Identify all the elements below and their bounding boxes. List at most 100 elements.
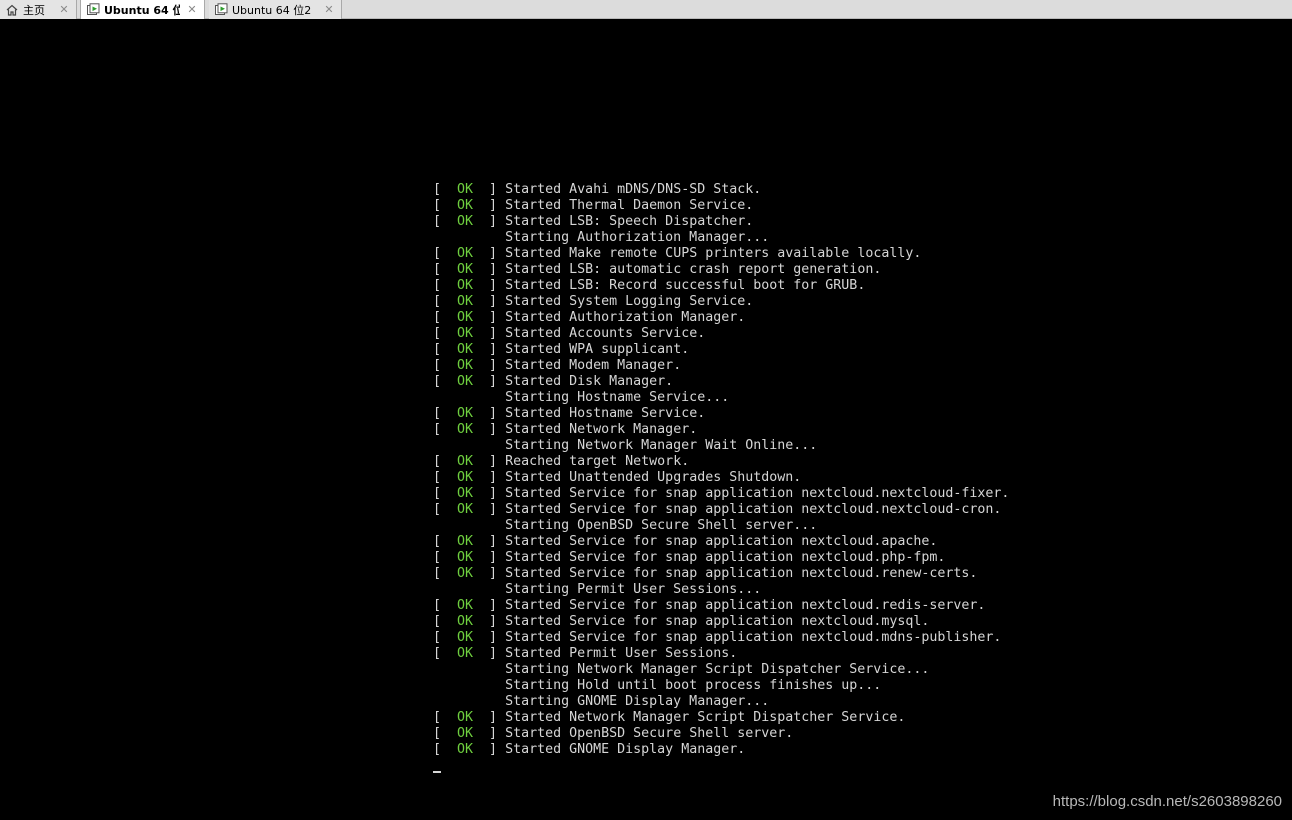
log-message: Started LSB: automatic crash report gene…: [505, 262, 882, 277]
ok-status: OK: [457, 246, 474, 261]
boot-log-line: [ OK ] Reached target Network.: [433, 454, 1009, 470]
status-prefix: [ OK ]: [433, 406, 506, 421]
status-prefix: [ OK ]: [433, 486, 506, 501]
boot-log-line: Starting Network Manager Script Dispatch…: [433, 662, 1009, 678]
close-icon[interactable]: ✕: [58, 3, 70, 16]
log-message: Starting Hostname Service...: [505, 390, 730, 405]
log-message: Started Service for snap application nex…: [505, 550, 946, 565]
boot-log-line: [ OK ] Started Service for snap applicat…: [433, 534, 1009, 550]
status-prefix: [ OK ]: [433, 262, 506, 277]
log-message: Starting Network Manager Script Dispatch…: [505, 662, 930, 677]
boot-log-line: [ OK ] Started Permit User Sessions.: [433, 646, 1009, 662]
ok-status: OK: [457, 630, 474, 645]
tab-ubuntu-64-2[interactable]: Ubuntu 64 位2 ✕: [209, 0, 342, 19]
log-message: Starting Network Manager Wait Online...: [505, 438, 818, 453]
boot-log-line: Starting GNOME Display Manager...: [433, 694, 1009, 710]
close-icon[interactable]: ✕: [323, 3, 335, 16]
boot-log-line: [ OK ] Started Disk Manager.: [433, 374, 1009, 390]
boot-log-line: [ OK ] Started Service for snap applicat…: [433, 486, 1009, 502]
log-message: Started Accounts Service.: [505, 326, 706, 341]
boot-log-line: [ OK ] Started WPA supplicant.: [433, 342, 1009, 358]
status-prefix: [433, 694, 505, 709]
tab-label: Ubuntu 64 位: [104, 3, 180, 17]
log-message: Started Unattended Upgrades Shutdown.: [505, 470, 802, 485]
status-prefix: [ OK ]: [433, 550, 506, 565]
log-message: Started WPA supplicant.: [505, 342, 690, 357]
boot-log-line: [ OK ] Started Network Manager.: [433, 422, 1009, 438]
log-message: Started Avahi mDNS/DNS-SD Stack.: [505, 182, 762, 197]
ok-status: OK: [457, 310, 474, 325]
status-prefix: [ OK ]: [433, 614, 506, 629]
log-message: Started Service for snap application nex…: [505, 534, 938, 549]
ok-status: OK: [457, 614, 474, 629]
status-prefix: [ OK ]: [433, 470, 506, 485]
ok-status: OK: [457, 294, 474, 309]
log-message: Started OpenBSD Secure Shell server.: [505, 726, 794, 741]
boot-log-line: [ OK ] Started LSB: Record successful bo…: [433, 278, 1009, 294]
ok-status: OK: [457, 262, 474, 277]
boot-log-line: [ OK ] Started Unattended Upgrades Shutd…: [433, 470, 1009, 486]
tab-label: Ubuntu 64 位2: [232, 3, 312, 17]
log-message: Started Disk Manager.: [505, 374, 674, 389]
ok-status: OK: [457, 278, 474, 293]
boot-log-line: [ OK ] Started Service for snap applicat…: [433, 630, 1009, 646]
log-message: Started GNOME Display Manager.: [505, 742, 746, 757]
ok-status: OK: [457, 214, 474, 229]
vm-icon: [86, 2, 100, 17]
home-icon: [5, 3, 19, 17]
status-prefix: [ OK ]: [433, 358, 506, 373]
ok-status: OK: [457, 470, 474, 485]
status-prefix: [ OK ]: [433, 246, 506, 261]
ok-status: OK: [457, 710, 474, 725]
ok-status: OK: [457, 422, 474, 437]
status-prefix: [433, 662, 505, 677]
boot-log-line: [ OK ] Started Service for snap applicat…: [433, 550, 1009, 566]
status-prefix: [433, 518, 505, 533]
log-message: Started Modem Manager.: [505, 358, 682, 373]
tab-ubuntu-64[interactable]: Ubuntu 64 位 ✕: [80, 0, 205, 19]
close-icon[interactable]: ✕: [186, 3, 198, 16]
boot-log-line: [ OK ] Started GNOME Display Manager.: [433, 742, 1009, 758]
tab-home[interactable]: 主页 ✕: [0, 0, 77, 19]
boot-log-line: [ OK ] Started Thermal Daemon Service.: [433, 198, 1009, 214]
ok-status: OK: [457, 342, 474, 357]
log-message: Started LSB: Speech Dispatcher.: [505, 214, 754, 229]
boot-log-line: [ OK ] Started LSB: Speech Dispatcher.: [433, 214, 1009, 230]
boot-log-line: Starting Hold until boot process finishe…: [433, 678, 1009, 694]
boot-log-line: Starting OpenBSD Secure Shell server...: [433, 518, 1009, 534]
log-message: Reached target Network.: [505, 454, 690, 469]
vm-console[interactable]: [ OK ] Started Avahi mDNS/DNS-SD Stack.[…: [0, 19, 1292, 820]
status-prefix: [ OK ]: [433, 726, 506, 741]
ok-status: OK: [457, 454, 474, 469]
boot-log-line: [ OK ] Started Service for snap applicat…: [433, 598, 1009, 614]
boot-log-line: [ OK ] Started Service for snap applicat…: [433, 502, 1009, 518]
log-message: Started System Logging Service.: [505, 294, 754, 309]
boot-log-line: [ OK ] Started Service for snap applicat…: [433, 614, 1009, 630]
log-message: Started Service for snap application nex…: [505, 630, 1002, 645]
status-prefix: [ OK ]: [433, 214, 506, 229]
status-prefix: [ OK ]: [433, 454, 506, 469]
status-prefix: [433, 678, 505, 693]
log-message: Started Permit User Sessions.: [505, 646, 738, 661]
status-prefix: [ OK ]: [433, 742, 506, 757]
boot-log-line: Starting Hostname Service...: [433, 390, 1009, 406]
tab-label: 主页: [23, 3, 45, 17]
boot-log-line: [ OK ] Started Make remote CUPS printers…: [433, 246, 1009, 262]
log-message: Started Hostname Service.: [505, 406, 706, 421]
boot-log-line: [ OK ] Started LSB: automatic crash repo…: [433, 262, 1009, 278]
boot-log-line: [ OK ] Started System Logging Service.: [433, 294, 1009, 310]
ok-status: OK: [457, 502, 474, 517]
status-prefix: [ OK ]: [433, 502, 506, 517]
status-prefix: [ OK ]: [433, 342, 506, 357]
status-prefix: [ OK ]: [433, 310, 506, 325]
status-prefix: [ OK ]: [433, 598, 506, 613]
ok-status: OK: [457, 326, 474, 341]
ok-status: OK: [457, 646, 474, 661]
status-prefix: [ OK ]: [433, 646, 506, 661]
boot-log-line: Starting Authorization Manager...: [433, 230, 1009, 246]
status-prefix: [ OK ]: [433, 630, 506, 645]
boot-log-line: [ OK ] Started OpenBSD Secure Shell serv…: [433, 726, 1009, 742]
boot-log-line: Starting Permit User Sessions...: [433, 582, 1009, 598]
log-message: Started Service for snap application nex…: [505, 502, 1002, 517]
status-prefix: [ OK ]: [433, 534, 506, 549]
